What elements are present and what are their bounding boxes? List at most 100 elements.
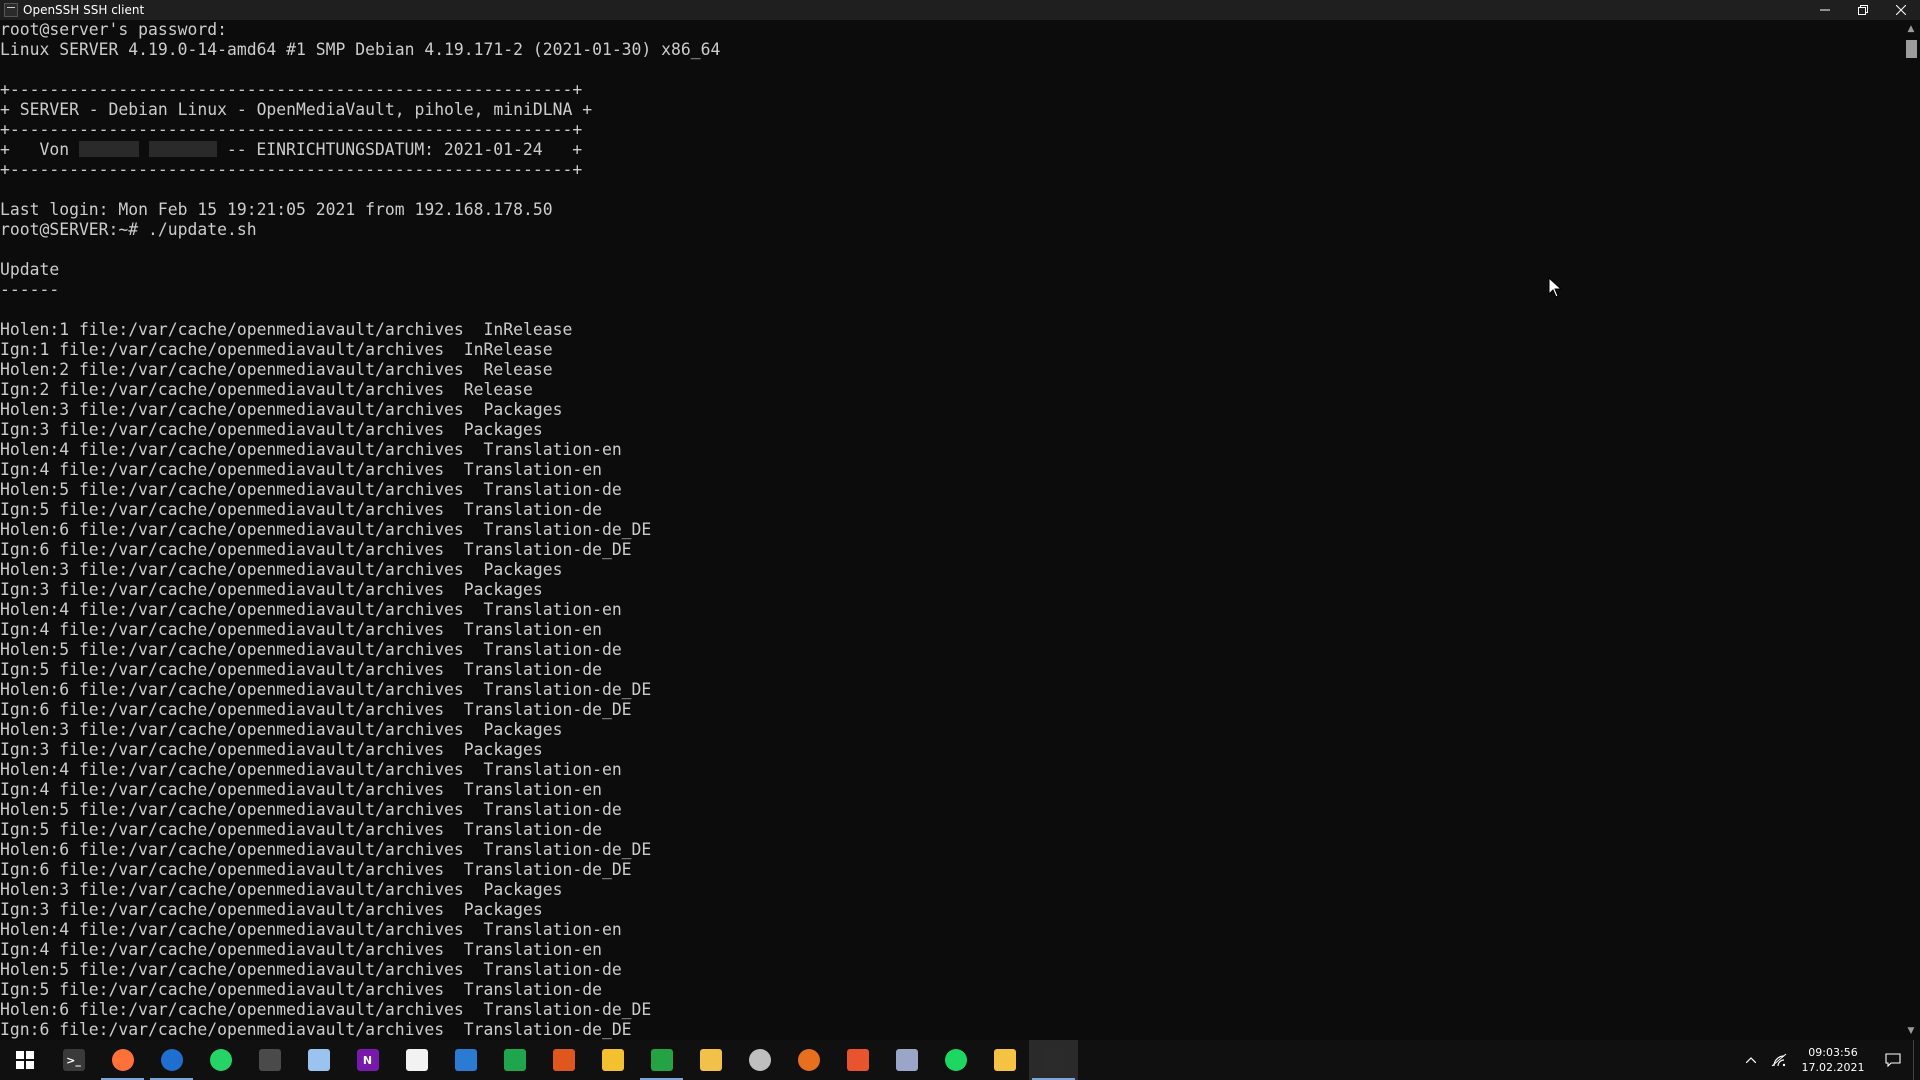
taskbar-item[interactable] [1029,1040,1078,1080]
taskbar-item[interactable] [98,1040,147,1080]
taskbar-item[interactable] [833,1040,882,1080]
taskbar-item[interactable] [294,1040,343,1080]
whatsapp-icon [209,1049,232,1071]
app-icon [258,1049,281,1071]
terminal-line: Holen:3 file:/var/cache/openmediavault/a… [0,880,563,899]
system-tray: 09:03:56 17.02.2021 [1737,1040,1920,1080]
terminal-line: Ign:3 file:/var/cache/openmediavault/arc… [0,740,543,759]
show-hidden-icons-icon[interactable] [1737,1040,1765,1080]
minimize-icon [1820,9,1830,11]
notification-center-icon[interactable] [1873,1040,1913,1080]
terminal-line: Holen:3 file:/var/cache/openmediavault/a… [0,400,563,419]
clock-time: 09:03:56 [1808,1046,1858,1059]
window-controls [1806,0,1920,20]
window-title: OpenSSH SSH client [23,3,145,17]
terminal-line: root@server's password: [0,20,227,39]
thunderbird-icon [160,1049,183,1071]
terminal-line: + Von -- EINRICHTUNGSDATUM: 2021-01-24 + [0,140,1902,160]
taskbar-item[interactable] [980,1040,1029,1080]
ssh-client-icon [1042,1049,1065,1071]
firefox-icon [111,1049,134,1071]
writer-icon [454,1049,477,1071]
taskbar-item[interactable] [931,1040,980,1080]
taskbar-item[interactable] [637,1040,686,1080]
scroll-up-icon[interactable]: ▲ [1902,20,1920,38]
taskbar-item[interactable] [245,1040,294,1080]
scrollbar-thumb[interactable] [1906,40,1917,58]
taskbar-item[interactable]: N [343,1040,392,1080]
terminal-line: Holen:4 file:/var/cache/openmediavault/a… [0,920,622,939]
taskbar-item[interactable] [490,1040,539,1080]
restore-icon [1858,5,1868,15]
terminal-line: Last login: Mon Feb 15 19:21:05 2021 fro… [0,200,553,219]
terminal-line: Holen:3 file:/var/cache/openmediavault/a… [0,720,563,739]
terminal-line: Ign:6 file:/var/cache/openmediavault/arc… [0,1020,632,1039]
terminal-line: Ign:1 file:/var/cache/openmediavault/arc… [0,340,553,359]
terminal-line: Ign:4 file:/var/cache/openmediavault/arc… [0,460,602,479]
document-icon [405,1049,428,1071]
terminal-line: Holen:6 file:/var/cache/openmediavault/a… [0,840,652,859]
terminal-line: Holen:4 file:/var/cache/openmediavault/a… [0,440,622,459]
taskbar-item[interactable] [392,1040,441,1080]
terminal-line: Holen:4 file:/var/cache/openmediavault/a… [0,600,622,619]
taskbar-item[interactable] [539,1040,588,1080]
terminal-line: Holen:5 file:/var/cache/openmediavault/a… [0,640,622,659]
taskbar-item[interactable] [588,1040,637,1080]
chart-icon [650,1049,673,1071]
terminal-line: Holen:5 file:/var/cache/openmediavault/a… [0,800,622,819]
taskbar-item[interactable] [784,1040,833,1080]
terminal-line: Holen:5 file:/var/cache/openmediavault/a… [0,960,622,979]
terminal-line: Holen:2 file:/var/cache/openmediavault/a… [0,360,553,379]
taskbar-item[interactable] [735,1040,784,1080]
terminal-line: Ign:4 file:/var/cache/openmediavault/arc… [0,780,602,799]
taskbar-item[interactable] [196,1040,245,1080]
close-button[interactable] [1882,0,1920,20]
pen-icon [699,1049,722,1071]
terminal-line: Linux SERVER 4.19.0-14-amd64 #1 SMP Debi… [0,40,721,59]
draw-icon [601,1049,624,1071]
taskbar-item[interactable] [0,1040,49,1080]
scroll-down-icon[interactable]: ▼ [1902,1022,1920,1040]
terminal-line: Ign:5 file:/var/cache/openmediavault/arc… [0,980,602,999]
checkmark-icon [846,1049,869,1071]
close-icon [1896,5,1906,15]
terminal-line: root@SERVER:~# ./update.sh [0,220,257,239]
ssh-client-window: OpenSSH SSH client root@server's passwor… [0,0,1920,1040]
folder-icon [993,1049,1016,1071]
taskbar-item[interactable] [147,1040,196,1080]
minimize-button[interactable] [1806,0,1844,20]
title-bar[interactable]: OpenSSH SSH client [0,0,1920,20]
terminal-line: Ign:6 file:/var/cache/openmediavault/arc… [0,540,632,559]
terminal-line: Ign:5 file:/var/cache/openmediavault/arc… [0,660,602,679]
redacted-name [148,141,217,157]
terminal-line: + SERVER - Debian Linux - OpenMediaVault… [0,100,593,119]
terminal-icon: >_ [62,1049,85,1071]
notepad-icon [307,1049,330,1071]
taskbar-item[interactable] [441,1040,490,1080]
taskbar-item[interactable] [882,1040,931,1080]
terminal-line: +---------------------------------------… [0,160,583,179]
taskbar-item[interactable]: >_ [49,1040,98,1080]
terminal-line: Ign:4 file:/var/cache/openmediavault/arc… [0,620,602,639]
terminal-line: +---------------------------------------… [0,120,583,139]
terminal-app-icon [4,3,18,17]
terminal-line: Holen:6 file:/var/cache/openmediavault/a… [0,1000,652,1019]
vertical-scrollbar[interactable]: ▲ ▼ [1902,20,1920,1040]
terminal-line: Ign:5 file:/var/cache/openmediavault/arc… [0,500,602,519]
onenote-icon: N [356,1049,379,1071]
restore-button[interactable] [1844,0,1882,20]
network-icon[interactable] [1765,1040,1793,1080]
terminal-line: Ign:2 file:/var/cache/openmediavault/arc… [0,380,533,399]
terminal-line: Holen:1 file:/var/cache/openmediavault/a… [0,320,573,339]
taskbar: >_ N 09:03:56 17.02.2021 [0,1040,1920,1080]
taskbar-item[interactable] [686,1040,735,1080]
terminal-line: +---------------------------------------… [0,80,583,99]
terminal-line: Holen:3 file:/var/cache/openmediavault/a… [0,560,563,579]
terminal-line: Ign:3 file:/var/cache/openmediavault/arc… [0,420,543,439]
terminal-line: Holen:6 file:/var/cache/openmediavault/a… [0,680,652,699]
shield-icon [748,1049,771,1071]
show-desktop-button[interactable] [1913,1040,1920,1080]
clock[interactable]: 09:03:56 17.02.2021 [1793,1040,1873,1080]
terminal-output[interactable]: root@server's password: Linux SERVER 4.19… [0,20,1902,1040]
